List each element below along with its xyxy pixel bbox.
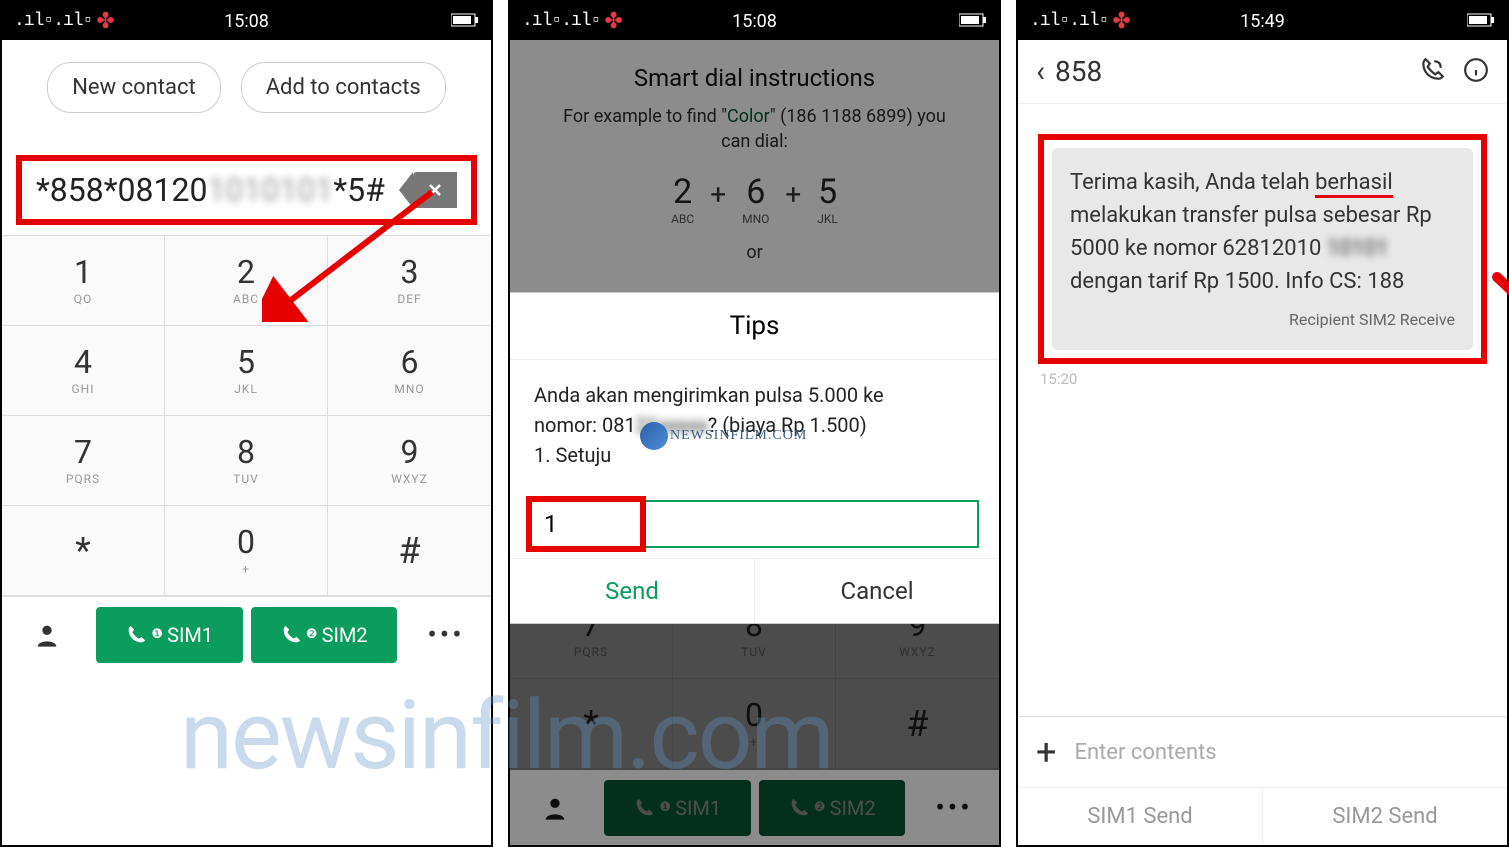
signal-icon: .ıl▫.ıl▫ bbox=[522, 11, 600, 31]
status-bar: .ıl▫.ıl▫✤ 15:08 bbox=[510, 2, 999, 40]
status-bar: .ıl▫.ıl▫✤ 15:08 bbox=[2, 2, 491, 40]
key-9[interactable]: 9WXYZ bbox=[328, 416, 491, 506]
screen-dialer: .ıl▫.ıl▫✤ 15:08 New contact Add to conta… bbox=[0, 0, 493, 847]
popup-body: Anda akan mengirimkan pulsa 5.000 ke nom… bbox=[510, 360, 999, 490]
message-bubble: Terima kasih, Anda telah berhasil melaku… bbox=[1052, 148, 1473, 350]
key-star[interactable]: * bbox=[2, 506, 165, 596]
key-hash[interactable]: # bbox=[328, 506, 491, 596]
key-0[interactable]: 0+ bbox=[165, 506, 328, 596]
arrow-annotation bbox=[262, 182, 442, 322]
screen-ussd-popup: .ıl▫.ıl▫✤ 15:08 Smart dial instructions … bbox=[508, 0, 1001, 847]
message-time: 15:20 bbox=[1040, 370, 1507, 388]
signal-icon: .ıl▫.ıl▫ bbox=[1030, 11, 1108, 31]
ussd-input[interactable] bbox=[530, 500, 979, 548]
call-sim2-button[interactable]: ❷SIM2 bbox=[251, 607, 398, 663]
status-time: 15:49 bbox=[1240, 11, 1285, 32]
sim1-send-button[interactable]: SIM1 Send bbox=[1018, 788, 1263, 845]
message-input-area: + Enter contents SIM1 Send SIM2 Send bbox=[1018, 716, 1507, 845]
message-highlight: Terima kasih, Anda telah berhasil melaku… bbox=[1038, 134, 1487, 364]
info-icon[interactable] bbox=[1445, 57, 1489, 87]
message-input[interactable]: Enter contents bbox=[1074, 740, 1216, 765]
contacts-icon[interactable] bbox=[2, 621, 92, 649]
signal-icon: .ıl▫.ıl▫ bbox=[14, 11, 92, 31]
carrier-icon: ✤ bbox=[604, 9, 622, 34]
call-icon[interactable] bbox=[1401, 57, 1445, 87]
key-1[interactable]: 1QO bbox=[2, 236, 165, 326]
carrier-icon: ✤ bbox=[96, 9, 114, 34]
popup-title: Tips bbox=[510, 293, 999, 360]
status-bar: .ıl▫.ıl▫✤ 15:49 bbox=[1018, 2, 1507, 40]
status-time: 15:08 bbox=[732, 11, 777, 32]
battery-icon bbox=[1467, 11, 1495, 32]
more-icon[interactable]: ••• bbox=[401, 618, 491, 651]
call-sim1-button[interactable]: ❶SIM1 bbox=[96, 607, 243, 663]
key-5[interactable]: 5JKL bbox=[165, 326, 328, 416]
ussd-popup: Tips Anda akan mengirimkan pulsa 5.000 k… bbox=[510, 292, 999, 624]
sender-title: 858 bbox=[1055, 55, 1401, 88]
new-contact-button[interactable]: New contact bbox=[47, 62, 220, 113]
key-8[interactable]: 8TUV bbox=[165, 416, 328, 506]
back-button[interactable]: ‹ bbox=[1036, 54, 1045, 89]
cancel-button[interactable]: Cancel bbox=[754, 559, 999, 623]
key-4[interactable]: 4GHI bbox=[2, 326, 165, 416]
checkmark-annotation bbox=[1487, 242, 1509, 312]
bottom-bar: ❶SIM1 ❷SIM2 ••• bbox=[2, 596, 491, 672]
status-time: 15:08 bbox=[224, 11, 269, 32]
attach-button[interactable]: + bbox=[1036, 731, 1056, 773]
battery-icon bbox=[959, 11, 987, 32]
battery-icon bbox=[451, 11, 479, 32]
key-7[interactable]: 7PQRS bbox=[2, 416, 165, 506]
add-to-contacts-button[interactable]: Add to contacts bbox=[241, 62, 446, 113]
message-header: ‹ 858 bbox=[1018, 40, 1507, 104]
sim2-send-button[interactable]: SIM2 Send bbox=[1263, 788, 1507, 845]
carrier-icon: ✤ bbox=[1112, 9, 1130, 34]
recipient-label: Recipient SIM2 Receive bbox=[1070, 308, 1455, 332]
send-button[interactable]: Send bbox=[510, 559, 754, 623]
screen-sms: .ıl▫.ıl▫✤ 15:49 ‹ 858 Terima kasih, Anda… bbox=[1016, 0, 1509, 847]
key-6[interactable]: 6MNO bbox=[328, 326, 491, 416]
